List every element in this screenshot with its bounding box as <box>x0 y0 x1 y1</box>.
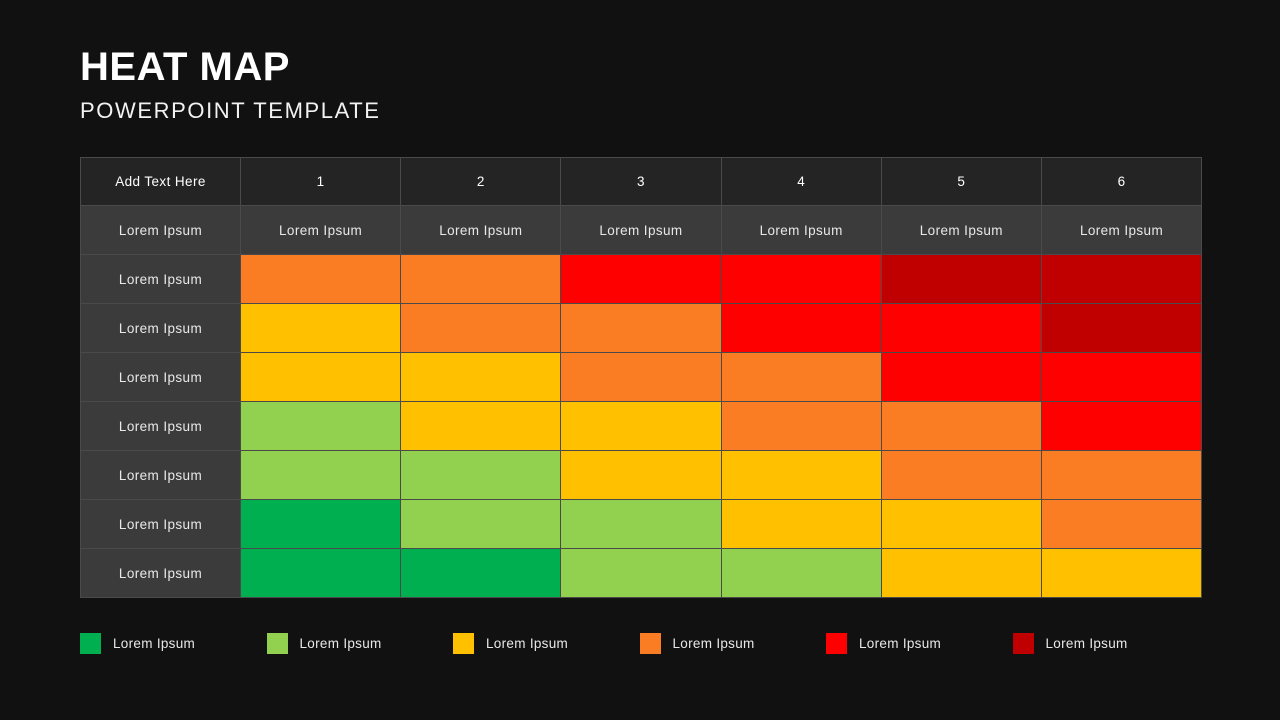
subheader-cell-0[interactable]: Lorem Ipsum <box>80 205 241 255</box>
legend-swatch-icon-1 <box>80 633 101 654</box>
heatmap-cell-r6-c1[interactable] <box>239 499 402 549</box>
table-row: Lorem Ipsum <box>80 254 1203 304</box>
table-row: Lorem Ipsum <box>80 303 1203 353</box>
heatmap-cell-r3-c2[interactable] <box>400 352 562 402</box>
legend-swatch-icon-6 <box>1012 633 1034 654</box>
heatmap-cell-r7-c1[interactable] <box>239 548 402 598</box>
subheader-cell-3[interactable]: Lorem Ipsum <box>560 205 722 255</box>
row-label-cell-6[interactable]: Lorem Ipsum <box>80 499 241 549</box>
heatmap-cell-r6-c5[interactable] <box>880 499 1042 549</box>
table-subheader-row: Lorem Ipsum Lorem Ipsum Lorem Ipsum Lore… <box>80 205 1203 255</box>
heatmap-cell-r7-c2[interactable] <box>400 548 562 598</box>
legend-item-2[interactable]: Lorem Ipsum <box>266 633 454 654</box>
heatmap-cell-r1-c6[interactable] <box>1040 254 1203 304</box>
heatmap-table: Add Text Here 1 2 3 4 5 6 Lorem Ipsum Lo… <box>80 157 1203 598</box>
table-body: Lorem Ipsum Lorem Ipsum Lorem Ipsum Lore… <box>80 205 1203 598</box>
legend-swatch-icon-5 <box>826 633 847 654</box>
table-row: Lorem Ipsum <box>80 352 1203 402</box>
heatmap-cell-r3-c3[interactable] <box>560 352 722 402</box>
row-label-cell-7[interactable]: Lorem Ipsum <box>80 548 241 598</box>
heatmap-cell-r4-c6[interactable] <box>1040 401 1203 451</box>
legend-item-1[interactable]: Lorem Ipsum <box>80 633 267 654</box>
heatmap-cell-r2-c1[interactable] <box>239 303 402 353</box>
legend-label-4: Lorem Ipsum <box>672 636 755 651</box>
heatmap-cell-r7-c4[interactable] <box>720 548 882 598</box>
heatmap-cell-r5-c4[interactable] <box>720 450 882 500</box>
legend-label-3: Lorem Ipsum <box>486 636 569 651</box>
legend-item-4[interactable]: Lorem Ipsum <box>639 633 827 654</box>
heatmap-cell-r5-c1[interactable] <box>239 450 402 500</box>
legend-swatch-icon-4 <box>639 633 661 654</box>
row-label-cell-4[interactable]: Lorem Ipsum <box>80 401 241 451</box>
legend-label-5: Lorem Ipsum <box>859 636 942 651</box>
heatmap-cell-r2-c3[interactable] <box>560 303 722 353</box>
column-header-6[interactable]: 6 <box>1040 157 1203 206</box>
table-row: Lorem Ipsum <box>80 499 1203 549</box>
heatmap-cell-r7-c3[interactable] <box>560 548 722 598</box>
heatmap-cell-r5-c2[interactable] <box>400 450 562 500</box>
heatmap-cell-r3-c4[interactable] <box>720 352 882 402</box>
page-subtitle: POWERPOINT TEMPLATE <box>80 98 381 123</box>
heatmap-cell-r6-c2[interactable] <box>400 499 562 549</box>
column-header-4[interactable]: 4 <box>720 157 882 206</box>
heatmap-cell-r1-c2[interactable] <box>400 254 562 304</box>
heatmap-cell-r3-c1[interactable] <box>239 352 402 402</box>
legend-item-6[interactable]: Lorem Ipsum <box>1012 633 1200 654</box>
subheader-cell-2[interactable]: Lorem Ipsum <box>400 205 562 255</box>
legend-item-3[interactable]: Lorem Ipsum <box>453 633 640 654</box>
heatmap-cell-r4-c5[interactable] <box>880 401 1042 451</box>
heatmap-table-container: Add Text Here 1 2 3 4 5 6 Lorem Ipsum Lo… <box>80 157 1203 598</box>
heatmap-cell-r7-c6[interactable] <box>1040 548 1203 598</box>
legend: Lorem Ipsum Lorem Ipsum Lorem Ipsum Lorem I… <box>80 633 1200 654</box>
corner-header-cell[interactable]: Add Text Here <box>80 157 241 206</box>
heatmap-cell-r2-c4[interactable] <box>720 303 882 353</box>
table-header-row: Add Text Here 1 2 3 4 5 6 <box>80 157 1203 206</box>
heatmap-cell-r4-c1[interactable] <box>239 401 402 451</box>
column-header-2[interactable]: 2 <box>400 157 562 206</box>
column-header-5[interactable]: 5 <box>880 157 1042 206</box>
subheader-cell-5[interactable]: Lorem Ipsum <box>880 205 1042 255</box>
table-row: Lorem Ipsum <box>80 450 1203 500</box>
heatmap-cell-r4-c4[interactable] <box>720 401 882 451</box>
heatmap-cell-r5-c6[interactable] <box>1040 450 1203 500</box>
table-row: Lorem Ipsum <box>80 401 1203 451</box>
heatmap-cell-r5-c5[interactable] <box>880 450 1042 500</box>
legend-label-1: Lorem Ipsum <box>113 636 196 651</box>
heatmap-cell-r6-c6[interactable] <box>1040 499 1203 549</box>
page-header: HEAT MAP POWERPOINT TEMPLATE <box>80 46 381 124</box>
heatmap-cell-r4-c2[interactable] <box>400 401 562 451</box>
heatmap-cell-r2-c2[interactable] <box>400 303 562 353</box>
heatmap-cell-r4-c3[interactable] <box>560 401 722 451</box>
row-label-cell-1[interactable]: Lorem Ipsum <box>80 254 241 304</box>
heatmap-cell-r6-c4[interactable] <box>720 499 882 549</box>
row-label-cell-5[interactable]: Lorem Ipsum <box>80 450 241 500</box>
heatmap-cell-r3-c6[interactable] <box>1040 352 1203 402</box>
row-label-cell-2[interactable]: Lorem Ipsum <box>80 303 241 353</box>
subheader-cell-4[interactable]: Lorem Ipsum <box>720 205 882 255</box>
heatmap-cell-r2-c5[interactable] <box>880 303 1042 353</box>
column-header-3[interactable]: 3 <box>560 157 722 206</box>
heatmap-cell-r1-c1[interactable] <box>239 254 402 304</box>
subheader-cell-1[interactable]: Lorem Ipsum <box>239 205 402 255</box>
heatmap-cell-r1-c5[interactable] <box>880 254 1042 304</box>
heatmap-cell-r1-c4[interactable] <box>720 254 882 304</box>
legend-item-5[interactable]: Lorem Ipsum <box>826 633 1013 654</box>
legend-swatch-icon-2 <box>266 633 288 654</box>
heatmap-cell-r5-c3[interactable] <box>560 450 722 500</box>
row-label-cell-3[interactable]: Lorem Ipsum <box>80 352 241 402</box>
subheader-cell-6[interactable]: Lorem Ipsum <box>1040 205 1203 255</box>
heatmap-cell-r1-c3[interactable] <box>560 254 722 304</box>
legend-label-2: Lorem Ipsum <box>299 636 382 651</box>
heatmap-cell-r7-c5[interactable] <box>880 548 1042 598</box>
legend-swatch-icon-3 <box>453 633 474 654</box>
column-header-1[interactable]: 1 <box>239 157 402 206</box>
heatmap-cell-r3-c5[interactable] <box>880 352 1042 402</box>
table-row: Lorem Ipsum <box>80 548 1203 598</box>
legend-label-6: Lorem Ipsum <box>1045 636 1128 651</box>
heatmap-cell-r6-c3[interactable] <box>560 499 722 549</box>
heatmap-cell-r2-c6[interactable] <box>1040 303 1203 353</box>
page-title: HEAT MAP <box>80 45 290 89</box>
table-head: Add Text Here 1 2 3 4 5 6 <box>80 157 1203 206</box>
